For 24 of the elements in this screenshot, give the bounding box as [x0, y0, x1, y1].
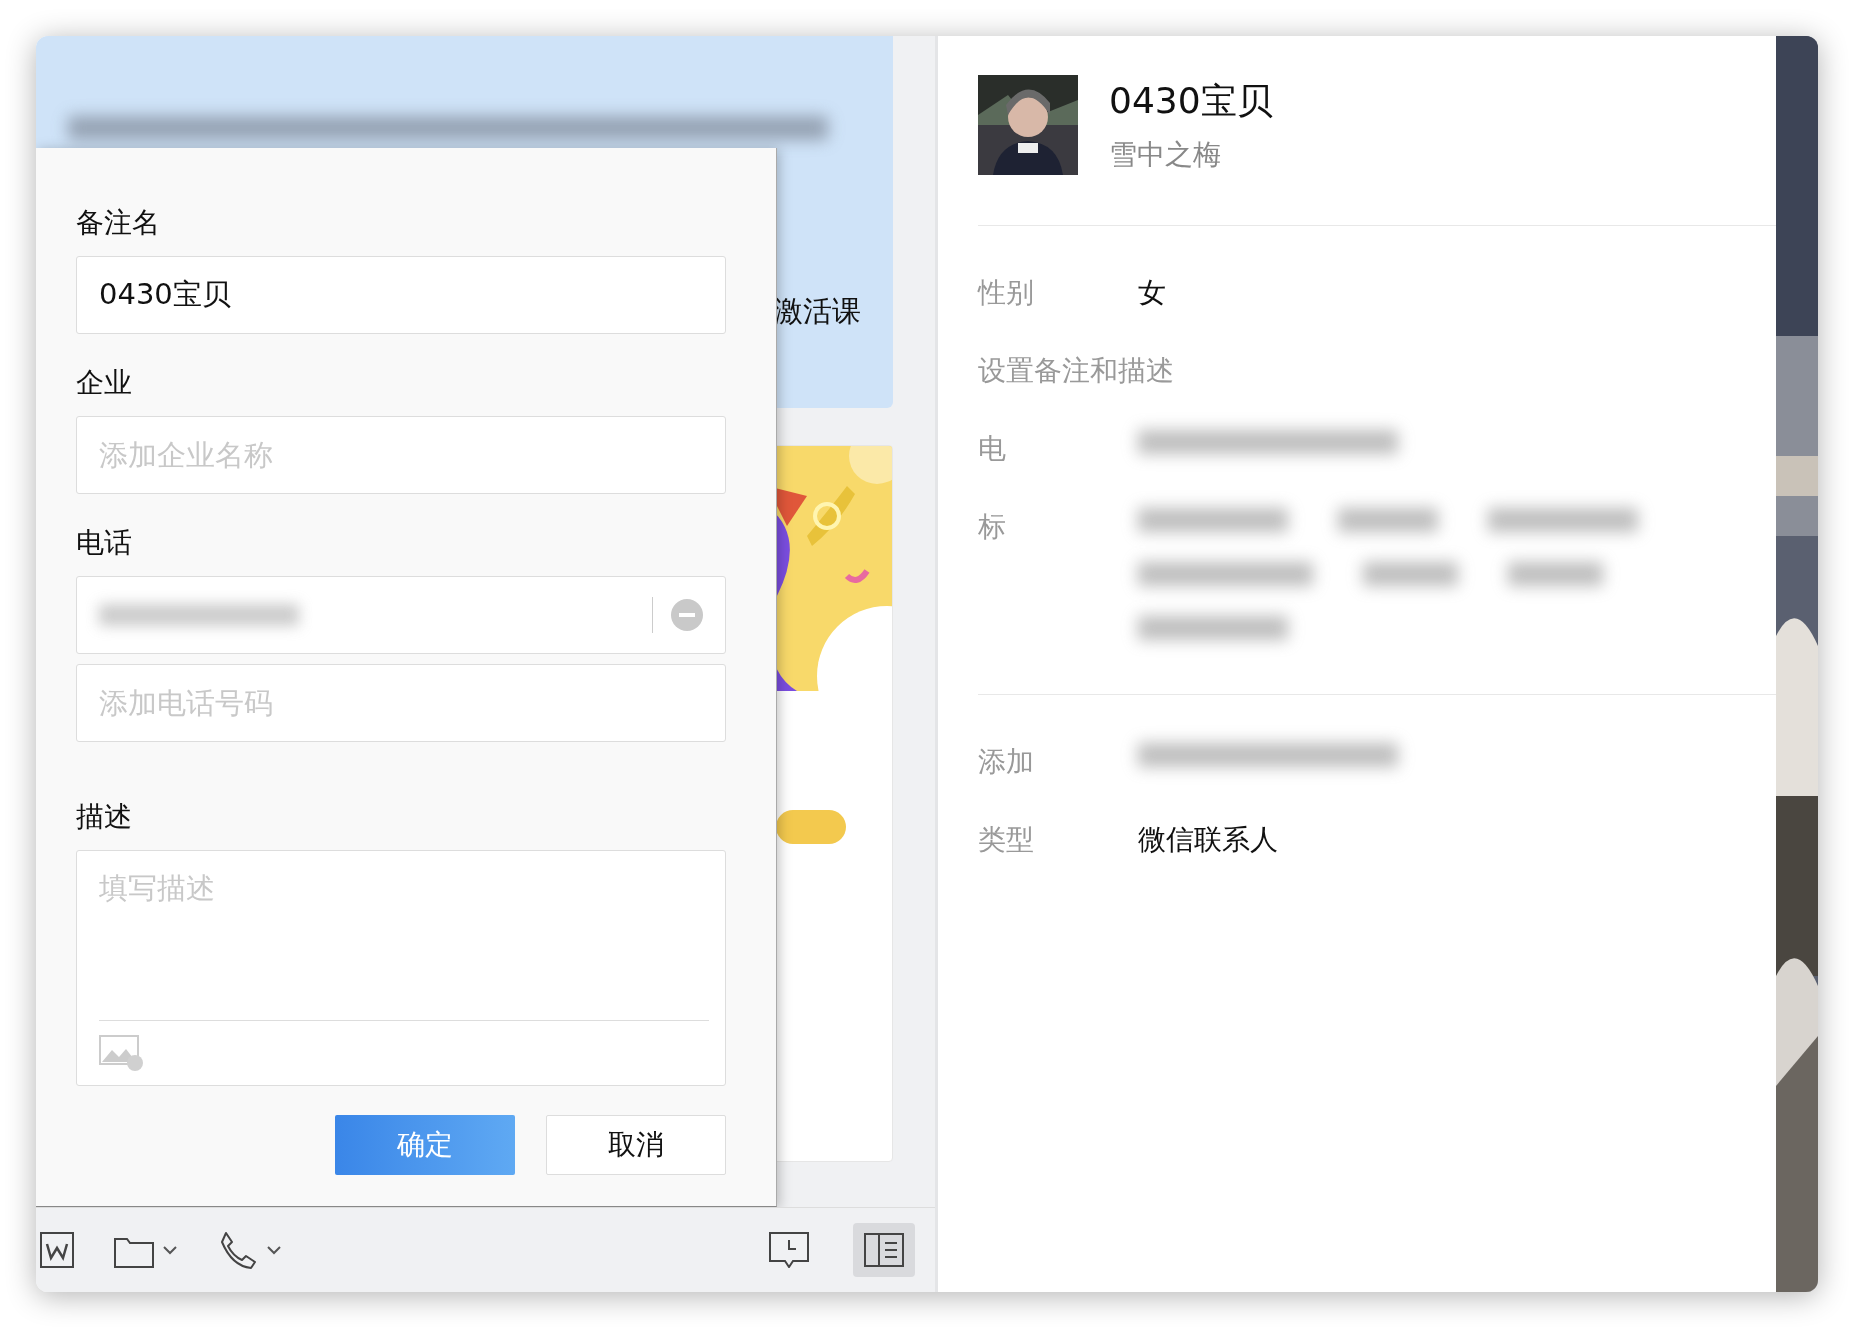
document-icon[interactable] [40, 1232, 74, 1268]
history-icon[interactable] [769, 1232, 809, 1268]
phone-icon[interactable] [218, 1230, 258, 1270]
caret-icon[interactable] [162, 1244, 178, 1256]
field-label: 描述 [76, 800, 133, 834]
info-label: 添加 [978, 744, 1035, 780]
info-value: 微信联系人 [1138, 822, 1278, 858]
caret-icon[interactable] [266, 1244, 282, 1256]
input-field[interactable] [76, 576, 726, 654]
info-value: 女 [1138, 275, 1166, 311]
input-field[interactable]: 0430宝贝 [76, 256, 726, 334]
info-label: 电 [978, 431, 1007, 467]
contact-name: 0430宝贝 [1109, 79, 1273, 123]
panel-icon [864, 1233, 904, 1267]
cancel-button[interactable]: 取消 [546, 1115, 726, 1175]
field-label: 电话 [76, 526, 133, 560]
info-label: 类型 [978, 822, 1035, 858]
contact-nickname: 雪中之梅 [1109, 137, 1222, 173]
info-label: 性别 [978, 275, 1035, 311]
message-text: 激活课 [774, 293, 861, 330]
info-label: 标 [978, 509, 1007, 545]
field-label: 备注名 [76, 206, 161, 240]
field-label: 企业 [76, 366, 133, 400]
sidebar-toggle-button[interactable] [853, 1223, 915, 1277]
